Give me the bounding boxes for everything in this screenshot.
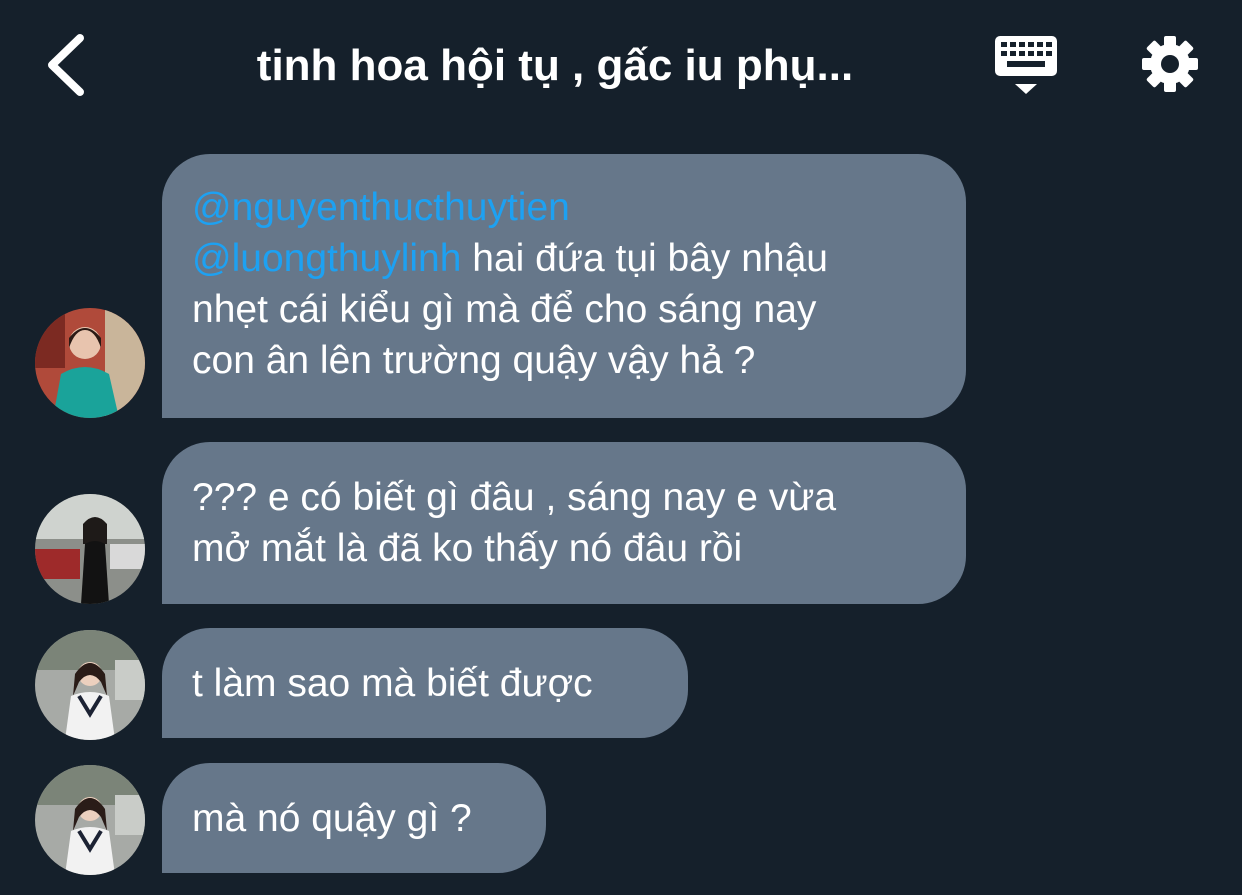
message-text: con ân lên trường quậy vậy hả ? xyxy=(192,339,756,382)
message-bubble[interactable]: mà nó quậy gì ? xyxy=(162,763,546,873)
avatar-photo xyxy=(35,494,145,604)
message-text: mà nó quậy gì ? xyxy=(192,797,472,840)
message-text: nhẹt cái kiểu gì mà để cho sáng nay xyxy=(192,288,817,331)
avatar-photo xyxy=(35,630,145,740)
sender-avatar[interactable] xyxy=(35,765,145,875)
sender-avatar[interactable] xyxy=(35,494,145,604)
message-text: t làm sao mà biết được xyxy=(192,662,593,705)
keyboard-icon xyxy=(995,36,1057,94)
chat-header: tinh hoa hội tụ , gấc iu phụ... xyxy=(0,0,1242,130)
message-text: ??? e có biết gì đâu , sáng nay e vừa xyxy=(192,476,837,519)
message-bubble[interactable]: @nguyenthucthuytien @luongthuylinh hai đ… xyxy=(162,154,966,418)
sender-avatar[interactable] xyxy=(35,308,145,418)
gear-icon xyxy=(1142,36,1198,92)
avatar-photo xyxy=(35,765,145,875)
back-button[interactable] xyxy=(40,30,100,100)
settings-button[interactable] xyxy=(1138,32,1202,96)
message-bubble[interactable]: ??? e có biết gì đâu , sáng nay e vừa mở… xyxy=(162,442,966,604)
sender-avatar[interactable] xyxy=(35,630,145,740)
message-bubble[interactable]: t làm sao mà biết được xyxy=(162,628,688,738)
mention-link[interactable]: @nguyenthucthuytien xyxy=(192,186,570,229)
message-text: mở mắt là đã ko thấy nó đâu rồi xyxy=(192,527,743,570)
avatar-photo xyxy=(35,308,145,418)
chevron-left-icon xyxy=(48,34,84,96)
keyboard-button[interactable] xyxy=(993,32,1059,98)
message-text: hai đứa tụi bây nhậu xyxy=(461,237,828,280)
mention-link[interactable]: @luongthuylinh xyxy=(192,237,461,280)
conversation-title[interactable]: tinh hoa hội tụ , gấc iu phụ... xyxy=(175,40,935,92)
